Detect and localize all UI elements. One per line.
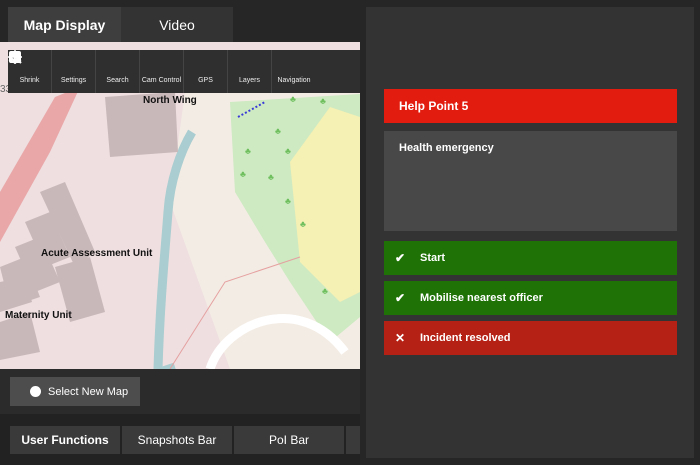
step-label: Mobilise nearest officer xyxy=(420,292,543,304)
map-label-acute-assessment: Acute Assessment Unit xyxy=(41,248,153,259)
svg-text:♣: ♣ xyxy=(285,146,291,156)
bottom-tab-bar: User Functions Snapshots Bar PoI Bar xyxy=(0,414,360,465)
map-actions-bar: Select New Map xyxy=(0,369,360,414)
map-label-north-wing: North Wing xyxy=(143,95,197,106)
step-label: Start xyxy=(420,252,446,264)
step-incident-resolved[interactable]: ✕ Incident resolved xyxy=(384,321,677,355)
map-view[interactable]: ♣ ♣ ♣ ♣ ♣ ♣ ♣ ♣ ♣ ♣ North Wing Acute Assessme… xyxy=(0,42,360,369)
settings-button[interactable]: Settings xyxy=(9,50,96,93)
check-icon: ✔ xyxy=(394,291,406,305)
svg-text:♣: ♣ xyxy=(290,94,296,104)
map-toolbar: Shrink Settings Search Cam Control GPS L… xyxy=(8,50,360,93)
search-label: Search xyxy=(106,77,129,84)
step-mobilise-officer[interactable]: ✔ Mobilise nearest officer xyxy=(384,281,677,315)
tab-snapshots-bar[interactable]: Snapshots Bar xyxy=(122,426,232,454)
svg-text:♣: ♣ xyxy=(245,146,251,156)
svg-text:♣: ♣ xyxy=(322,286,328,296)
layers-button[interactable]: Layers xyxy=(8,50,272,93)
tab-map-display[interactable]: Map Display xyxy=(8,7,121,42)
tab-user-functions[interactable]: User Functions xyxy=(10,426,120,454)
check-icon: ✔ xyxy=(394,251,406,265)
svg-text:♣: ♣ xyxy=(320,96,326,106)
select-new-map-label: Select New Map xyxy=(48,385,129,398)
gps-label: GPS xyxy=(198,77,213,84)
close-icon: ✕ xyxy=(394,331,406,345)
cam-control-label: Cam Control xyxy=(141,77,182,84)
select-new-map-button[interactable]: Select New Map xyxy=(10,377,140,406)
navigation-label: Navigation xyxy=(277,77,311,84)
svg-text:♣: ♣ xyxy=(285,196,291,206)
step-start[interactable]: ✔ Start xyxy=(384,241,677,275)
svg-text:♣: ♣ xyxy=(268,172,274,182)
step-label: Incident resolved xyxy=(420,332,511,344)
tab-overflow[interactable] xyxy=(346,426,360,454)
incident-panel: Help Point 5 Health emergency ✔ Start ✔ … xyxy=(366,7,694,458)
tab-poi-bar[interactable]: PoI Bar xyxy=(234,426,344,454)
svg-text:♣: ♣ xyxy=(240,169,246,179)
search-button[interactable]: Search xyxy=(9,50,140,93)
gps-button[interactable]: GPS xyxy=(8,50,228,93)
globe-icon xyxy=(30,386,41,397)
shrink-label: Shrink xyxy=(19,77,40,84)
layers-label: Layers xyxy=(238,77,260,84)
svg-text:♣: ♣ xyxy=(300,219,306,229)
incident-description: Health emergency xyxy=(384,131,677,231)
cam-control-button[interactable]: Cam Control xyxy=(9,50,184,93)
tab-video[interactable]: Video xyxy=(121,7,233,42)
navigation-button[interactable]: Navigation xyxy=(8,50,316,93)
settings-label: Settings xyxy=(60,77,87,84)
top-tab-bar: Map Display Video xyxy=(0,0,360,42)
map-label-maternity: Maternity Unit xyxy=(5,310,72,321)
incident-title: Help Point 5 xyxy=(384,89,677,123)
svg-text:♣: ♣ xyxy=(275,126,281,136)
